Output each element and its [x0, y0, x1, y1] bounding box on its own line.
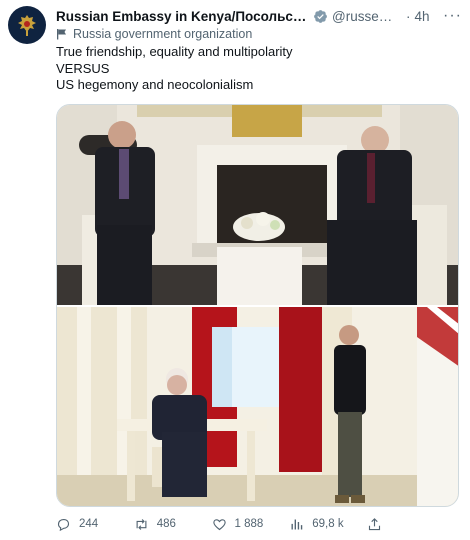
- like-button[interactable]: 1 888: [212, 517, 290, 532]
- share-button[interactable]: [367, 517, 390, 532]
- flag-icon: [57, 29, 66, 40]
- share-icon: [368, 517, 381, 530]
- author-name[interactable]: Russian Embassy in Kenya/Посольство Рос.…: [56, 9, 310, 24]
- tweet-line-2: VERSUS: [56, 60, 110, 76]
- action-bar: 244 486 1 888 69,8 k: [56, 514, 456, 534]
- verified-badge-icon[interactable]: [313, 9, 328, 24]
- author-handle[interactable]: @russemb...: [332, 9, 402, 24]
- affiliation-text: Russia government organization: [73, 27, 253, 41]
- reply-icon: [57, 518, 70, 531]
- reply-count: 244: [79, 518, 99, 530]
- like-count: 1 888: [234, 518, 264, 530]
- repost-button[interactable]: 486: [134, 517, 212, 532]
- affiliation-label: Russia government organization: [56, 27, 252, 41]
- views-button[interactable]: 69,8 k: [289, 517, 367, 532]
- meeting-photo-image: [57, 105, 458, 305]
- repost-count: 486: [156, 518, 176, 530]
- heart-icon: [212, 518, 226, 530]
- media-photo-2[interactable]: [57, 307, 458, 506]
- media-grid: [56, 104, 459, 507]
- signing-photo-image: [57, 307, 458, 506]
- tweet-text: True friendship, equality and multipolar…: [56, 44, 460, 94]
- post-time[interactable]: 4h: [415, 9, 430, 24]
- emblem-icon: [18, 15, 36, 36]
- tweet[interactable]: Russian Embassy in Kenya/Посольство Рос.…: [0, 0, 470, 540]
- tweet-line-3: US hegemony and neocolonialism: [56, 77, 254, 92]
- media-photo-1[interactable]: [57, 105, 458, 305]
- tweet-line-1: True friendship, equality and multipolar…: [56, 44, 293, 59]
- more-options-icon[interactable]: ···: [443, 8, 462, 24]
- repost-icon: [136, 518, 147, 530]
- views-count: 69,8 k: [312, 518, 344, 530]
- tweet-header: Russian Embassy in Kenya/Посольство Рос.…: [56, 7, 462, 25]
- profile-avatar[interactable]: [8, 6, 46, 44]
- separator-dot: ·: [406, 8, 411, 24]
- views-chart-icon: [291, 519, 303, 529]
- reply-button[interactable]: 244: [56, 517, 134, 532]
